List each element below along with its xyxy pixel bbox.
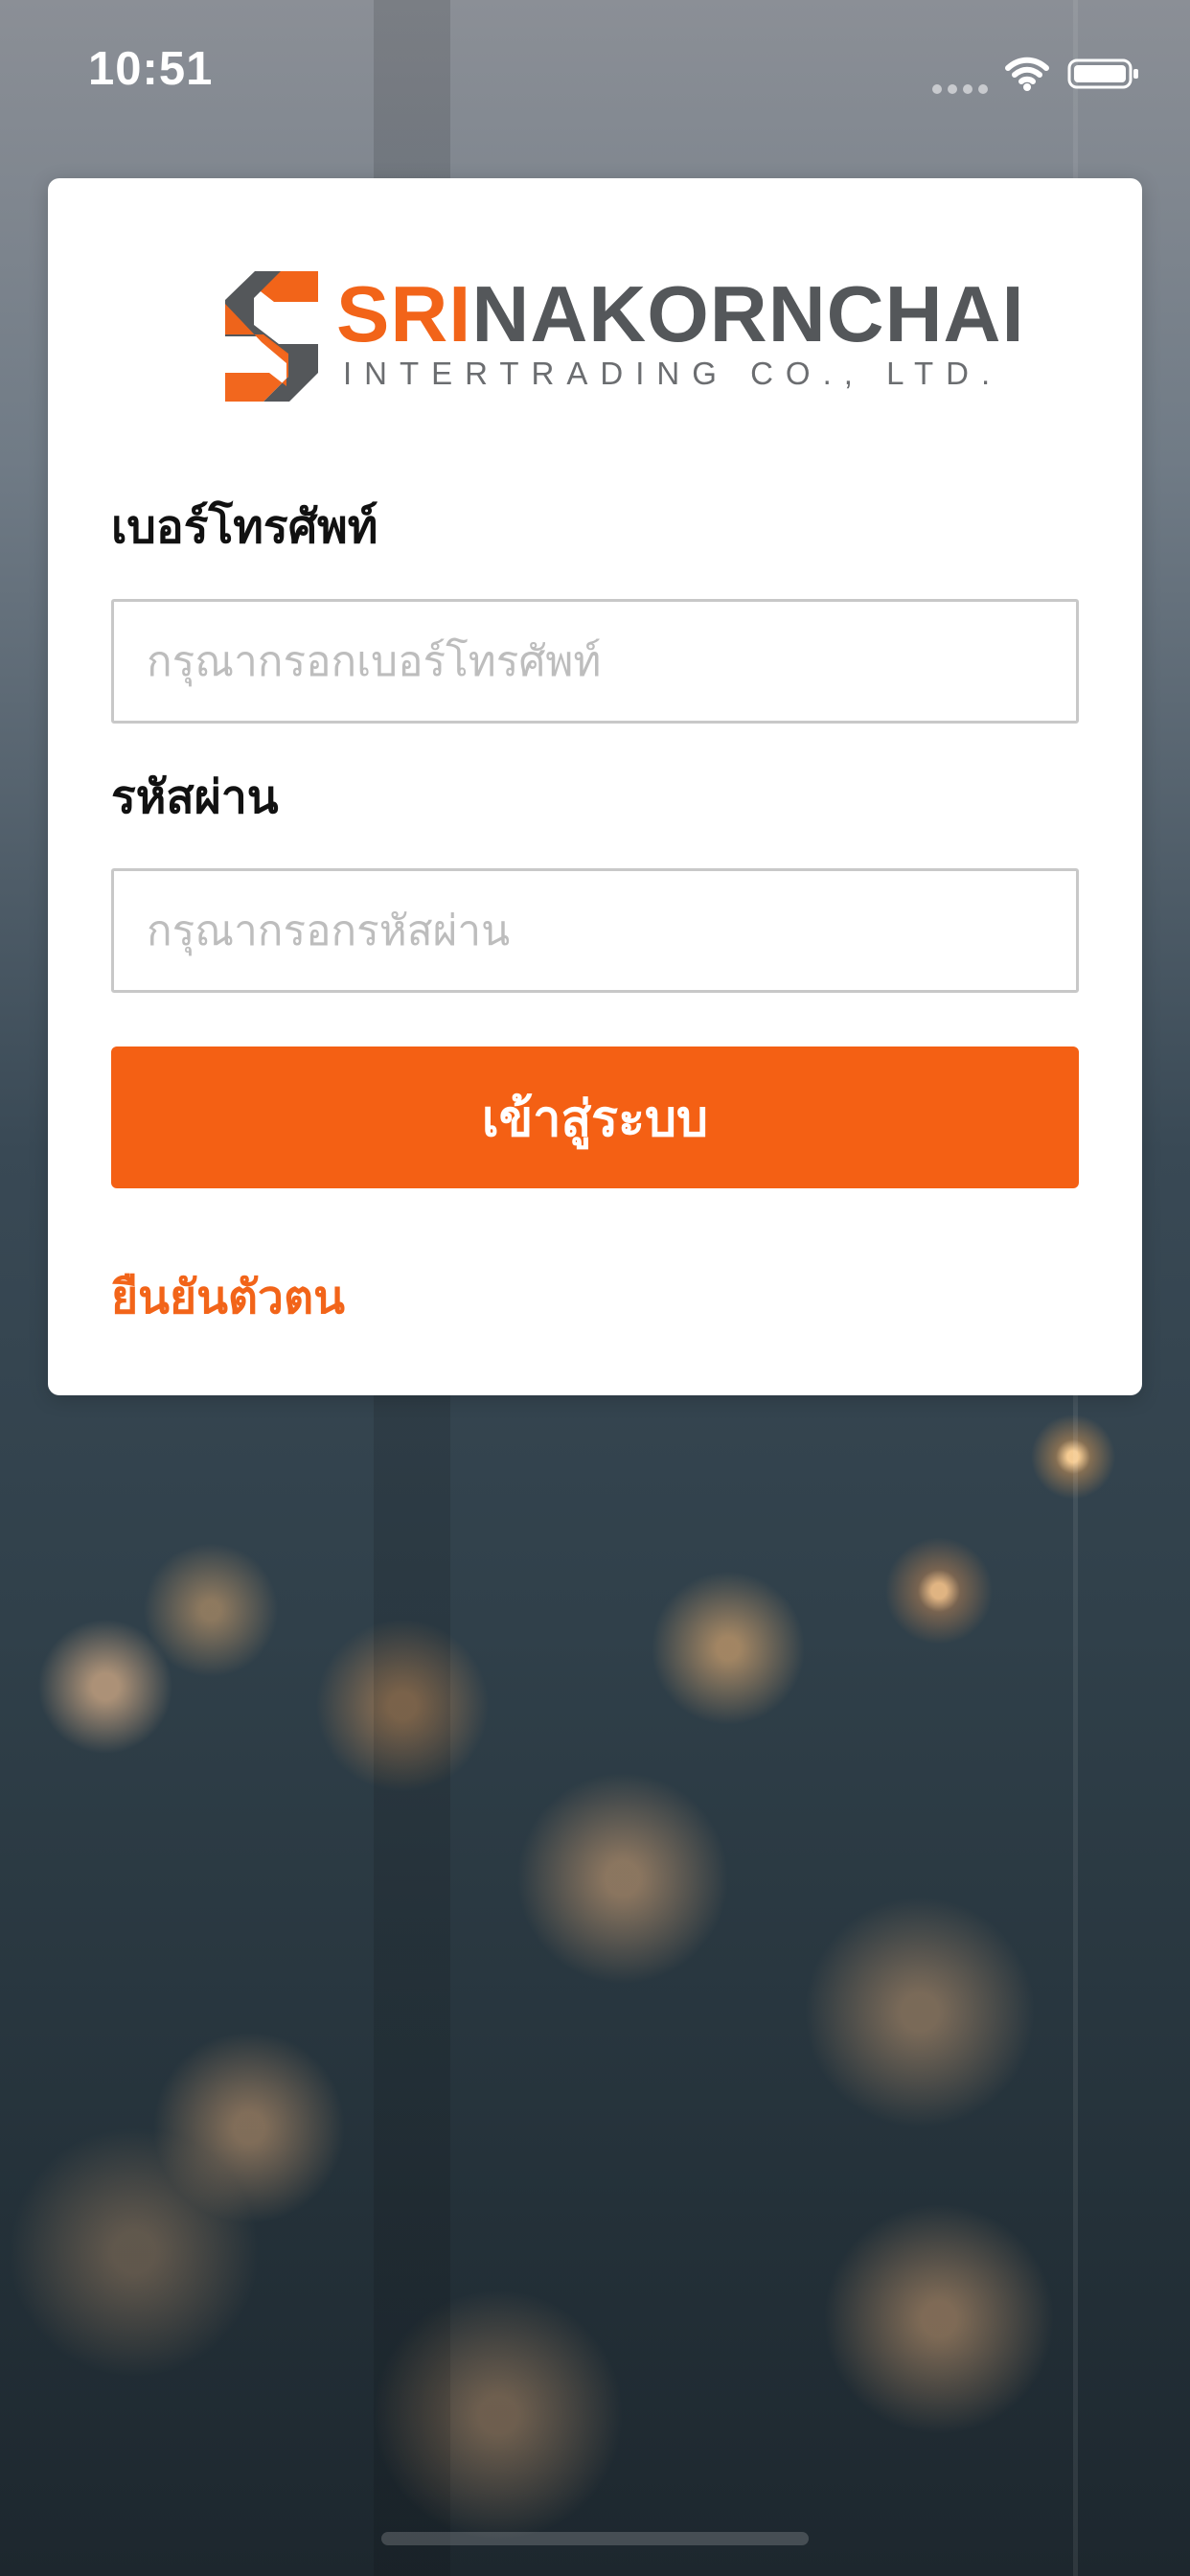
password-label: รหัสผ่าน: [111, 770, 279, 824]
password-field[interactable]: [111, 868, 1079, 993]
company-subtitle: INTERTRADING CO., LTD.: [343, 356, 1003, 391]
signal-dot: [932, 84, 942, 94]
login-screen: 10:51 SRINAKORNCHAI INTERTRADING CO., LT…: [0, 0, 1190, 2576]
login-button[interactable]: เข้าสู่ระบบ: [111, 1046, 1079, 1188]
company-wordmark: SRINAKORNCHAI INTERTRADING CO., LTD.: [336, 269, 1024, 403]
wifi-icon: [1005, 57, 1049, 91]
signal-dots-icon: [932, 84, 988, 96]
phone-field[interactable]: [111, 599, 1079, 724]
verify-identity-link[interactable]: ยืนยันตัวตน: [111, 1261, 345, 1334]
home-indicator: [381, 2532, 809, 2545]
signal-dot: [948, 84, 957, 94]
company-logo: SRINAKORNCHAI INTERTRADING CO., LTD.: [223, 269, 1024, 403]
phone-input[interactable]: [114, 602, 1076, 721]
company-name-main: NAKORNCHAI: [471, 269, 1025, 358]
password-input[interactable]: [114, 871, 1076, 990]
login-card: SRINAKORNCHAI INTERTRADING CO., LTD. เบอ…: [48, 178, 1142, 1395]
company-name: SRINAKORNCHAI: [336, 269, 1025, 359]
battery-icon: [1067, 58, 1138, 89]
signal-dot: [978, 84, 988, 94]
status-time: 10:51: [88, 43, 214, 95]
company-name-accent: SRI: [336, 269, 472, 358]
signal-dot: [963, 84, 973, 94]
status-bar: 10:51: [0, 0, 1190, 144]
s-logo-icon: [225, 271, 318, 402]
phone-label: เบอร์โทรศัพท์: [111, 500, 378, 554]
